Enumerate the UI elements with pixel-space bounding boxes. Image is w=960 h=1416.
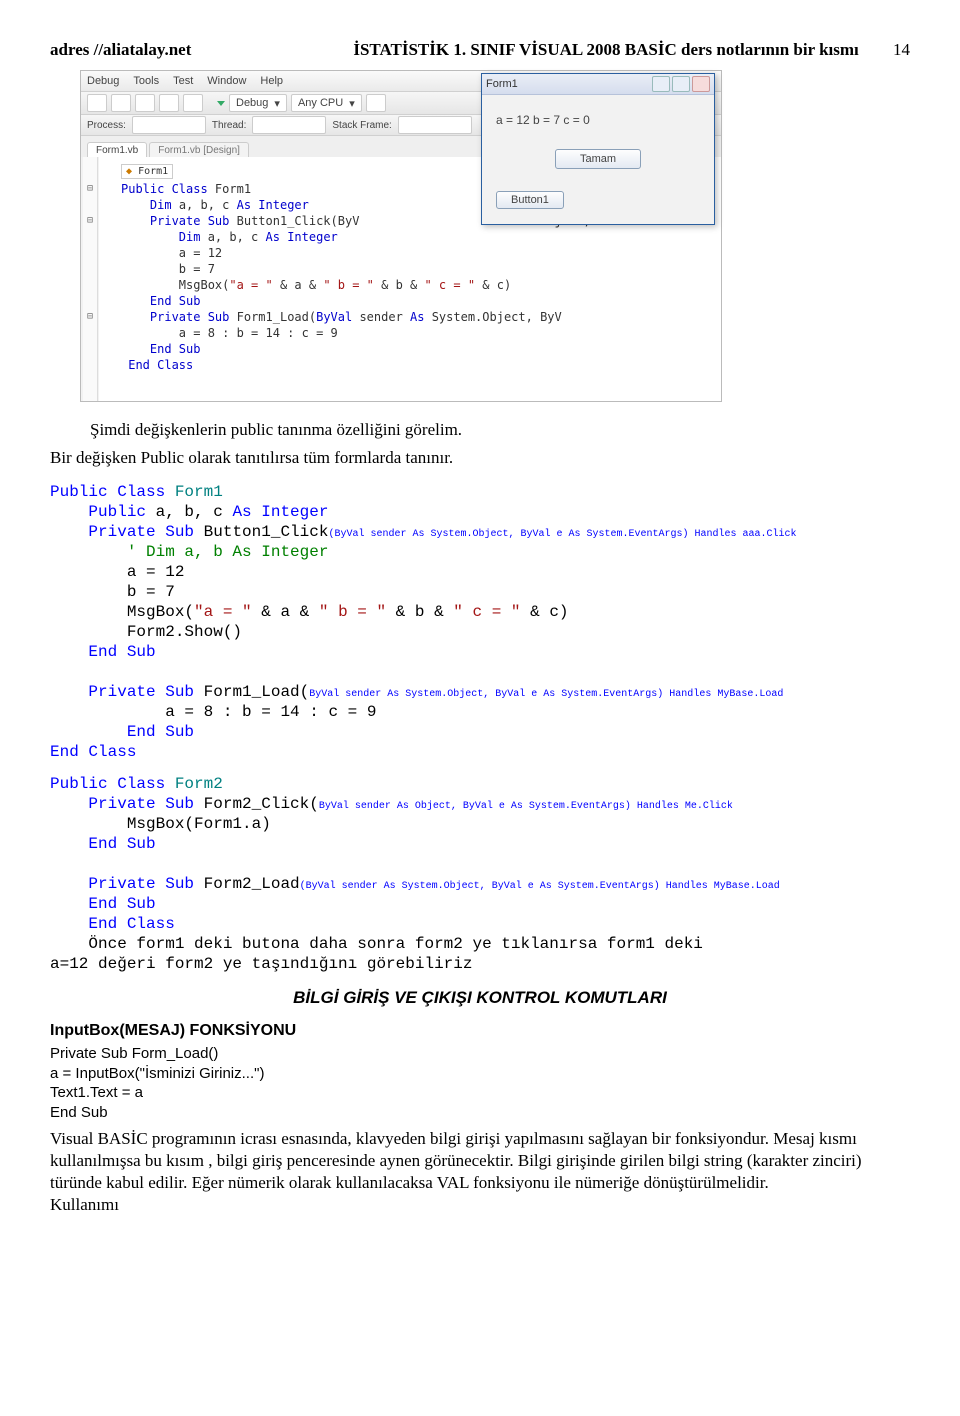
inputbox-heading: InputBox(MESAJ) FONKSİYONU [50,1022,910,1040]
code-block-form2: Public Class Form2 Private Sub Form2_Cli… [50,774,910,974]
header-right: İSTATİSTİK 1. SINIF VİSUAL 2008 BASİC de… [353,40,910,60]
maximize-icon[interactable] [672,76,690,92]
toolbar-btn-icon[interactable] [111,94,131,112]
page-number: 14 [893,40,910,59]
run-icon[interactable] [217,101,225,106]
menu-item[interactable]: Window [207,75,246,87]
inputbox-code: Private Sub Form_Load() a = InputBox("İs… [50,1044,910,1122]
thread-dropdown[interactable] [252,116,326,134]
menu-item[interactable]: Tools [133,75,159,87]
config-dropdown[interactable]: Debug▾ [229,94,287,112]
stack-dropdown[interactable] [398,116,472,134]
ide-screenshot: Debug Tools Test Window Help Debug▾ Any … [80,70,722,402]
menu-item[interactable]: Test [173,75,193,87]
form-title: Form1 [486,78,518,90]
button1[interactable]: Button1 [496,191,564,209]
form-titlebar[interactable]: Form1 [482,74,714,95]
toolbar-btn-icon[interactable] [159,94,179,112]
toolbar-btn-icon[interactable] [135,94,155,112]
tab-form1-design[interactable]: Form1.vb [Design] [149,142,249,158]
page-header: adres //aliatalay.net İSTATİSTİK 1. SINI… [50,40,910,60]
bottom-last: Kullanımı [50,1194,910,1216]
toolbar-btn-icon[interactable] [87,94,107,112]
stack-label: Stack Frame: [332,120,391,131]
thread-label: Thread: [212,120,246,131]
minimize-icon[interactable] [652,76,670,92]
menu-item[interactable]: Help [260,75,283,87]
nav-dropdown[interactable]: ◆ Form1 [121,164,173,179]
process-dropdown[interactable] [132,116,206,134]
intro-line-1: Şimdi değişkenlerin public tanınma özell… [90,420,910,440]
code-block-form1: Public Class Form1 Public a, b, c As Int… [50,482,910,762]
toolbar-btn-icon[interactable] [366,94,386,112]
toolbar-btn-icon[interactable] [183,94,203,112]
header-left: adres //aliatalay.net [50,40,191,60]
section-heading: BİLGİ GİRİŞ VE ÇIKIŞI KONTROL KOMUTLARI [50,988,910,1008]
tab-form1vb[interactable]: Form1.vb [87,142,147,158]
close-icon[interactable] [692,76,710,92]
form-window: Form1 a = 12 b = 7 c = 0 Tamam Button1 [481,73,715,225]
cpu-dropdown[interactable]: Any CPU▾ [291,94,362,112]
menu-item[interactable]: Debug [87,75,119,87]
form-label: a = 12 b = 7 c = 0 [496,113,700,127]
ok-button[interactable]: Tamam [555,149,641,169]
process-label: Process: [87,120,126,131]
intro-line-2: Bir değişken Public olarak tanıtılırsa t… [50,448,910,468]
bottom-paragraph: Visual BASİC programının icrası esnasınd… [50,1128,910,1194]
